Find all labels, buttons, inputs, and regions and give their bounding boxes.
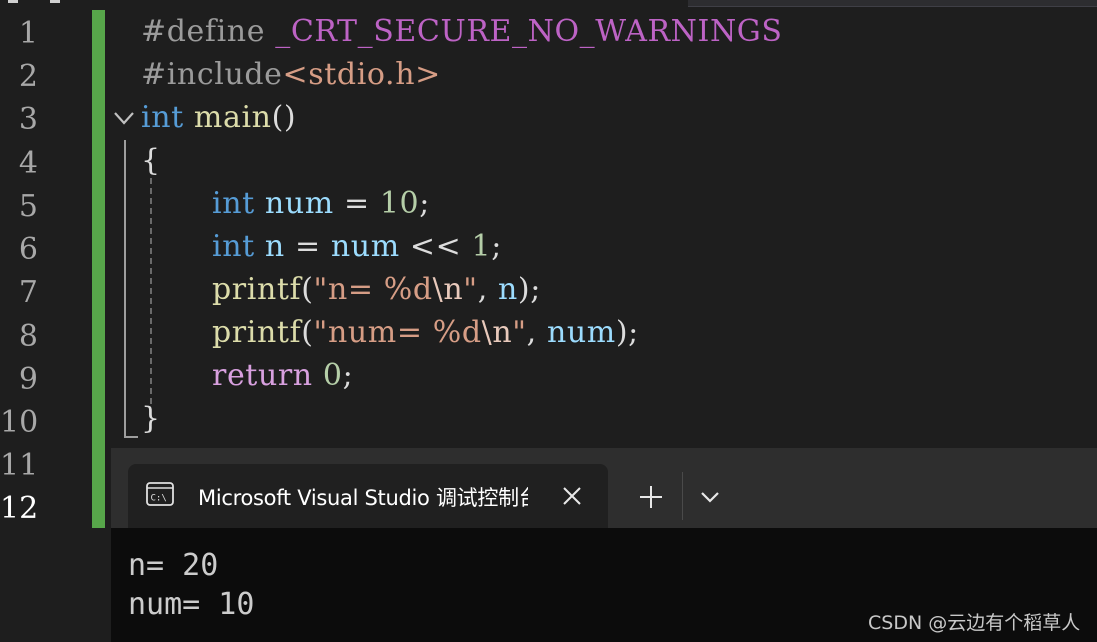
cmd-terminal-icon: C:\ xyxy=(146,482,174,506)
code-line-10[interactable]: } xyxy=(141,401,161,436)
escape-sequence: \n xyxy=(481,315,513,350)
preprocessor-directive: #include xyxy=(141,57,283,92)
indent-guide xyxy=(150,178,152,404)
svg-text:C:\: C:\ xyxy=(151,494,167,504)
line-number: 7 xyxy=(18,275,38,310)
number-literal: 1 xyxy=(471,229,492,264)
comma: , xyxy=(526,315,537,350)
semicolon: ; xyxy=(419,186,430,221)
close-brace: } xyxy=(141,401,161,436)
line-number: 9 xyxy=(18,362,38,397)
code-line-6[interactable]: int n = num << 1; xyxy=(212,229,502,264)
tab-mark xyxy=(8,0,18,3)
line-number: 1 xyxy=(18,16,38,51)
close-paren: ); xyxy=(517,272,541,307)
plus-icon[interactable] xyxy=(636,482,666,512)
string-literal: "num= %d xyxy=(313,315,482,350)
console-tab-bar: C:\ Microsoft Visual Studio 调试控制台 xyxy=(111,448,1097,528)
type-keyword: int xyxy=(212,229,255,264)
code-line-8[interactable]: printf("num= %d\n", num); xyxy=(212,315,639,350)
line-number-current: 12 xyxy=(0,491,39,526)
line-number: 10 xyxy=(0,405,39,440)
open-paren: ( xyxy=(301,272,314,307)
close-paren: ); xyxy=(615,315,639,350)
console-tab[interactable]: C:\ Microsoft Visual Studio 调试控制台 xyxy=(128,464,608,528)
line-number: 3 xyxy=(18,102,38,137)
include-header: <stdio.h> xyxy=(282,57,441,92)
tab-mark xyxy=(50,0,60,3)
line-number: 11 xyxy=(0,448,39,483)
chevron-down-icon[interactable] xyxy=(696,484,724,510)
scope-guide xyxy=(124,140,126,438)
navigation-bar-edge xyxy=(688,0,1097,7)
scope-guide-end xyxy=(124,436,138,438)
line-number: 2 xyxy=(18,59,38,94)
preprocessor-directive: #define xyxy=(141,14,266,49)
code-line-9[interactable]: return 0; xyxy=(212,358,353,393)
parentheses: () xyxy=(271,100,297,135)
number-literal: 10 xyxy=(379,186,420,221)
code-line-7[interactable]: printf("n= %d\n", n); xyxy=(212,272,541,307)
semicolon: ; xyxy=(342,358,354,393)
open-paren: ( xyxy=(301,315,314,350)
change-tracking-bar xyxy=(92,10,105,528)
type-keyword: int xyxy=(212,186,255,221)
console-output: n= 20 num= 10 xyxy=(128,546,254,624)
return-keyword: return xyxy=(212,358,313,393)
type-keyword: int xyxy=(141,100,184,135)
output-line: n= 20 xyxy=(128,548,219,583)
open-brace: { xyxy=(141,143,161,178)
number-literal: 0 xyxy=(322,358,343,393)
operator: = xyxy=(294,229,321,264)
console-title: Microsoft Visual Studio 调试控制台 xyxy=(198,486,528,510)
fold-chevron-icon[interactable] xyxy=(111,108,139,130)
comma: , xyxy=(477,272,488,307)
macro-name: _CRT_SECURE_NO_WARNINGS xyxy=(275,14,783,49)
line-number: 6 xyxy=(18,232,38,267)
editor-top-strip xyxy=(0,0,1097,8)
semicolon: ; xyxy=(491,229,502,264)
function-call: printf xyxy=(212,315,302,350)
code-line-3[interactable]: int main() xyxy=(141,100,296,135)
function-name: main xyxy=(193,100,272,135)
watermark: CSDN @云边有个稻草人 xyxy=(868,612,1081,634)
string-literal: "n= %d xyxy=(313,272,433,307)
line-number: 8 xyxy=(18,319,38,354)
string-quote: " xyxy=(512,315,527,350)
operator: = xyxy=(343,186,370,221)
output-line: num= 10 xyxy=(128,587,255,622)
code-line-5[interactable]: int num = 10; xyxy=(212,186,430,221)
escape-sequence: \n xyxy=(432,272,464,307)
code-line-4[interactable]: { xyxy=(141,143,161,178)
line-number: 4 xyxy=(18,146,38,181)
close-icon[interactable] xyxy=(560,484,584,508)
tab-divider xyxy=(682,472,683,520)
string-quote: " xyxy=(463,272,478,307)
variable: num xyxy=(330,229,400,264)
function-call: printf xyxy=(212,272,302,307)
argument: num xyxy=(546,315,616,350)
line-number: 5 xyxy=(18,189,38,224)
code-line-2[interactable]: #include<stdio.h> xyxy=(141,57,441,92)
code-line-1[interactable]: #define _CRT_SECURE_NO_WARNINGS xyxy=(141,14,783,49)
variable: n xyxy=(264,229,285,264)
variable: num xyxy=(264,186,334,221)
argument: n xyxy=(497,272,518,307)
shift-operator: << xyxy=(409,229,462,264)
